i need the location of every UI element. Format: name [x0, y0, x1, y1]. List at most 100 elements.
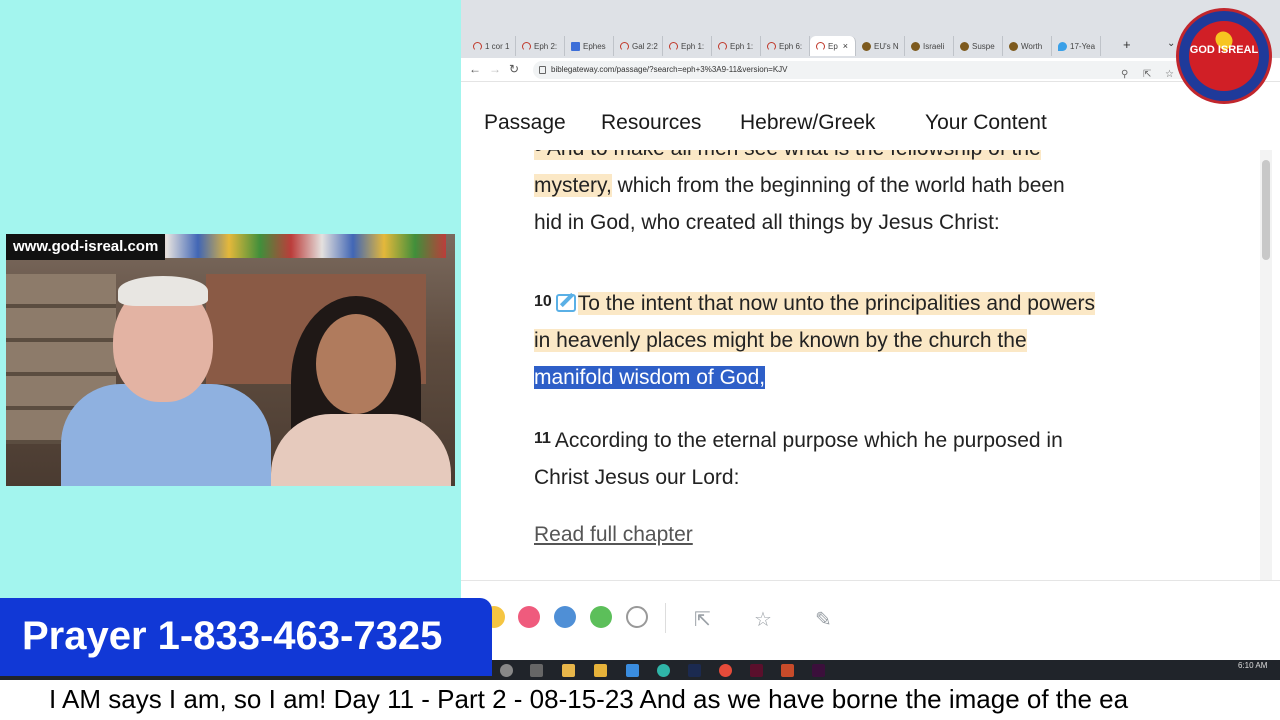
clear-highlight-button[interactable] — [626, 606, 648, 628]
tab-label: Eph 6: — [779, 41, 803, 51]
bible-icon — [620, 41, 629, 51]
browser-toolbar: ← → ↻ biblegateway.com/passage/?search=e… — [461, 58, 1280, 82]
browser-tab[interactable]: EU's N — [856, 36, 905, 56]
verse-text-highlight: To the intent that now unto the principa… — [577, 292, 1095, 315]
verse-text: According to the eternal purpose which h… — [554, 429, 1063, 452]
nav-resources[interactable]: Resources — [601, 111, 701, 135]
app-icon[interactable] — [781, 664, 794, 677]
prayer-banner: Prayer 1-833-463-7325 — [0, 598, 492, 676]
news-ticker: I AM says I am, so I am! Day 11 - Part 2… — [0, 680, 1280, 720]
browser-tab[interactable]: Eph 1: — [712, 36, 761, 56]
browser-tab[interactable]: Eph 2: — [516, 36, 565, 56]
photoshop-icon[interactable] — [688, 664, 701, 677]
back-button[interactable]: ← — [469, 62, 481, 76]
drop-icon — [1058, 41, 1067, 51]
tab-label: Eph 1: — [730, 41, 754, 51]
bible-icon — [522, 41, 531, 51]
note-edit-icon[interactable] — [555, 294, 576, 312]
verse-text: Christ Jesus our Lord: — [534, 466, 740, 489]
verse-text: And to make all men see what is the fell… — [547, 150, 1041, 160]
verse-9: 9 And to make all men see what is the fel… — [534, 150, 1214, 261]
verse-number: 11 — [534, 430, 551, 447]
share-icon[interactable]: ⇱ — [694, 607, 711, 632]
browser-tab[interactable]: Worth — [1003, 36, 1052, 56]
tab-label: Eph 2: — [534, 41, 558, 51]
browser-tab[interactable]: Ep × — [810, 36, 856, 56]
verse-number: 9 — [534, 150, 543, 155]
file-explorer-icon[interactable] — [562, 664, 575, 677]
tab-label: Suspe — [972, 41, 995, 51]
doc-icon — [571, 41, 580, 51]
close-tab-icon[interactable]: × — [843, 41, 848, 51]
favorite-star-icon[interactable]: ☆ — [754, 607, 772, 632]
dreamweaver-icon[interactable] — [812, 664, 825, 677]
tab-label: Gal 2:2 — [632, 41, 658, 51]
tab-label: 17-Yea — [1070, 41, 1096, 51]
verse-text: hid in God, who created all things by Je… — [534, 211, 1000, 234]
scrollbar-thumb[interactable] — [1262, 160, 1270, 260]
reload-button[interactable]: ↻ — [509, 62, 519, 76]
logo-text: GOD ISREAL — [1189, 44, 1259, 56]
highlight-green-button[interactable] — [590, 606, 612, 628]
address-bar[interactable]: biblegateway.com/passage/?search=eph+3%3… — [533, 61, 1193, 80]
tab-label: Worth — [1021, 41, 1043, 51]
store-icon[interactable] — [594, 664, 607, 677]
nav-passage[interactable]: Passage — [484, 111, 566, 135]
prayer-phone-text: Prayer 1-833-463-7325 — [22, 614, 443, 658]
bible-icon — [669, 41, 678, 51]
site-icon — [1009, 41, 1018, 51]
bible-icon — [816, 41, 825, 51]
ministry-logo: GOD ISREAL — [1176, 8, 1272, 104]
mail-icon[interactable] — [626, 664, 639, 677]
task-view-icon[interactable] — [530, 664, 543, 677]
browser-tab[interactable]: Eph 6: — [761, 36, 810, 56]
browser-tab[interactable]: 1 cor 1 — [467, 36, 516, 56]
browser-tab[interactable]: Israeli — [905, 36, 954, 56]
passage-content: 9 And to make all men see what is the fel… — [461, 150, 1261, 580]
lock-icon — [539, 66, 546, 74]
browser-tab[interactable]: Suspe — [954, 36, 1003, 56]
site-icon — [960, 41, 969, 51]
ticker-text: I AM says I am, so I am! Day 11 - Part 2… — [49, 684, 1129, 714]
tab-label: Israeli — [923, 41, 945, 51]
note-edit-icon[interactable]: ✎ — [815, 607, 832, 632]
verse-number: 10 — [534, 293, 552, 310]
site-navigation: Passage Resources Hebrew/Greek Your Cont… — [461, 82, 1280, 160]
bible-icon — [473, 41, 482, 51]
clock: 6:10 AM — [1238, 661, 1268, 670]
chrome-icon[interactable] — [719, 664, 732, 677]
read-full-chapter-link[interactable]: Read full chapter — [534, 523, 693, 547]
forward-button[interactable]: → — [489, 62, 501, 76]
verse-text-highlight: in heavenly places might be known by the… — [534, 329, 1027, 352]
tab-label: EU's N — [874, 41, 899, 51]
browser-tab[interactable]: Eph 1: — [663, 36, 712, 56]
search-icon[interactable] — [500, 664, 513, 677]
browser-tab[interactable]: Ephes — [565, 36, 614, 56]
browser-window: 1 cor 1 Eph 2: Ephes Gal 2:2 Eph 1: Eph 1: Eph… — [461, 0, 1280, 660]
site-icon — [862, 41, 871, 51]
site-icon — [911, 41, 920, 51]
new-tab-button[interactable]: + — [1123, 37, 1131, 52]
indesign-icon[interactable] — [750, 664, 763, 677]
edge-icon[interactable] — [657, 664, 670, 677]
selected-text: manifold wisdom of God, — [534, 366, 766, 389]
highlight-blue-button[interactable] — [554, 606, 576, 628]
tab-label: Ephes — [583, 41, 606, 51]
highlight-toolbar: ⇱ ☆ ✎ — [461, 580, 1280, 660]
bible-icon — [767, 41, 776, 51]
tab-label: Eph 1: — [681, 41, 705, 51]
nav-hebrew-greek[interactable]: Hebrew/Greek — [740, 111, 875, 135]
tab-list: 1 cor 1 Eph 2: Ephes Gal 2:2 Eph 1: Eph 1: Eph… — [467, 36, 1101, 56]
verse-text-highlight: mystery, — [534, 174, 612, 197]
highlight-pink-button[interactable] — [518, 606, 540, 628]
tab-label: Ep — [828, 41, 838, 51]
browser-tab[interactable]: Gal 2:2 — [614, 36, 663, 56]
webcam-video: www.god-isreal.com — [6, 234, 455, 486]
verse-text: which from the beginning of the world ha… — [611, 174, 1065, 197]
tab-label: 1 cor 1 — [485, 41, 510, 51]
nav-your-content[interactable]: Your Content — [925, 111, 1047, 135]
browser-tab[interactable]: 17-Yea — [1052, 36, 1101, 56]
bible-icon — [718, 41, 727, 51]
tab-search-chevron-icon[interactable]: ⌄ — [1167, 38, 1175, 49]
flags — [136, 234, 446, 258]
